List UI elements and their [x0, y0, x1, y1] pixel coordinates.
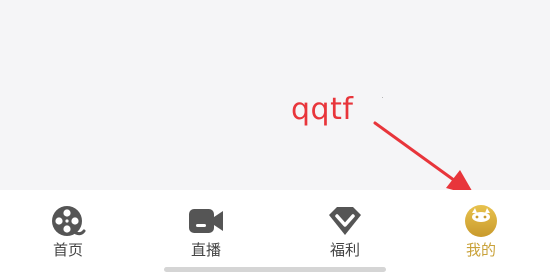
- tab-home-label: 首页: [52, 241, 83, 259]
- gift-diamond-icon: [327, 204, 363, 238]
- annotation-label: qqtf: [291, 92, 354, 127]
- home-indicator[interactable]: [164, 267, 386, 272]
- tab-live-label: 直播: [190, 241, 221, 259]
- tab-mine[interactable]: 我的: [431, 204, 531, 264]
- film-reel-icon: [50, 204, 86, 238]
- tab-welfare[interactable]: 福利: [295, 204, 395, 264]
- bottom-tab-bar: 首页 直播 福利 我的: [0, 190, 550, 275]
- tab-mine-label: 我的: [465, 241, 496, 259]
- tab-welfare-label: 福利: [329, 241, 360, 259]
- profile-avatar-icon: [463, 204, 499, 238]
- video-camera-icon: [188, 204, 224, 238]
- tab-live[interactable]: 直播: [156, 204, 256, 264]
- tab-home[interactable]: 首页: [18, 204, 118, 264]
- screen-speck: [382, 97, 383, 98]
